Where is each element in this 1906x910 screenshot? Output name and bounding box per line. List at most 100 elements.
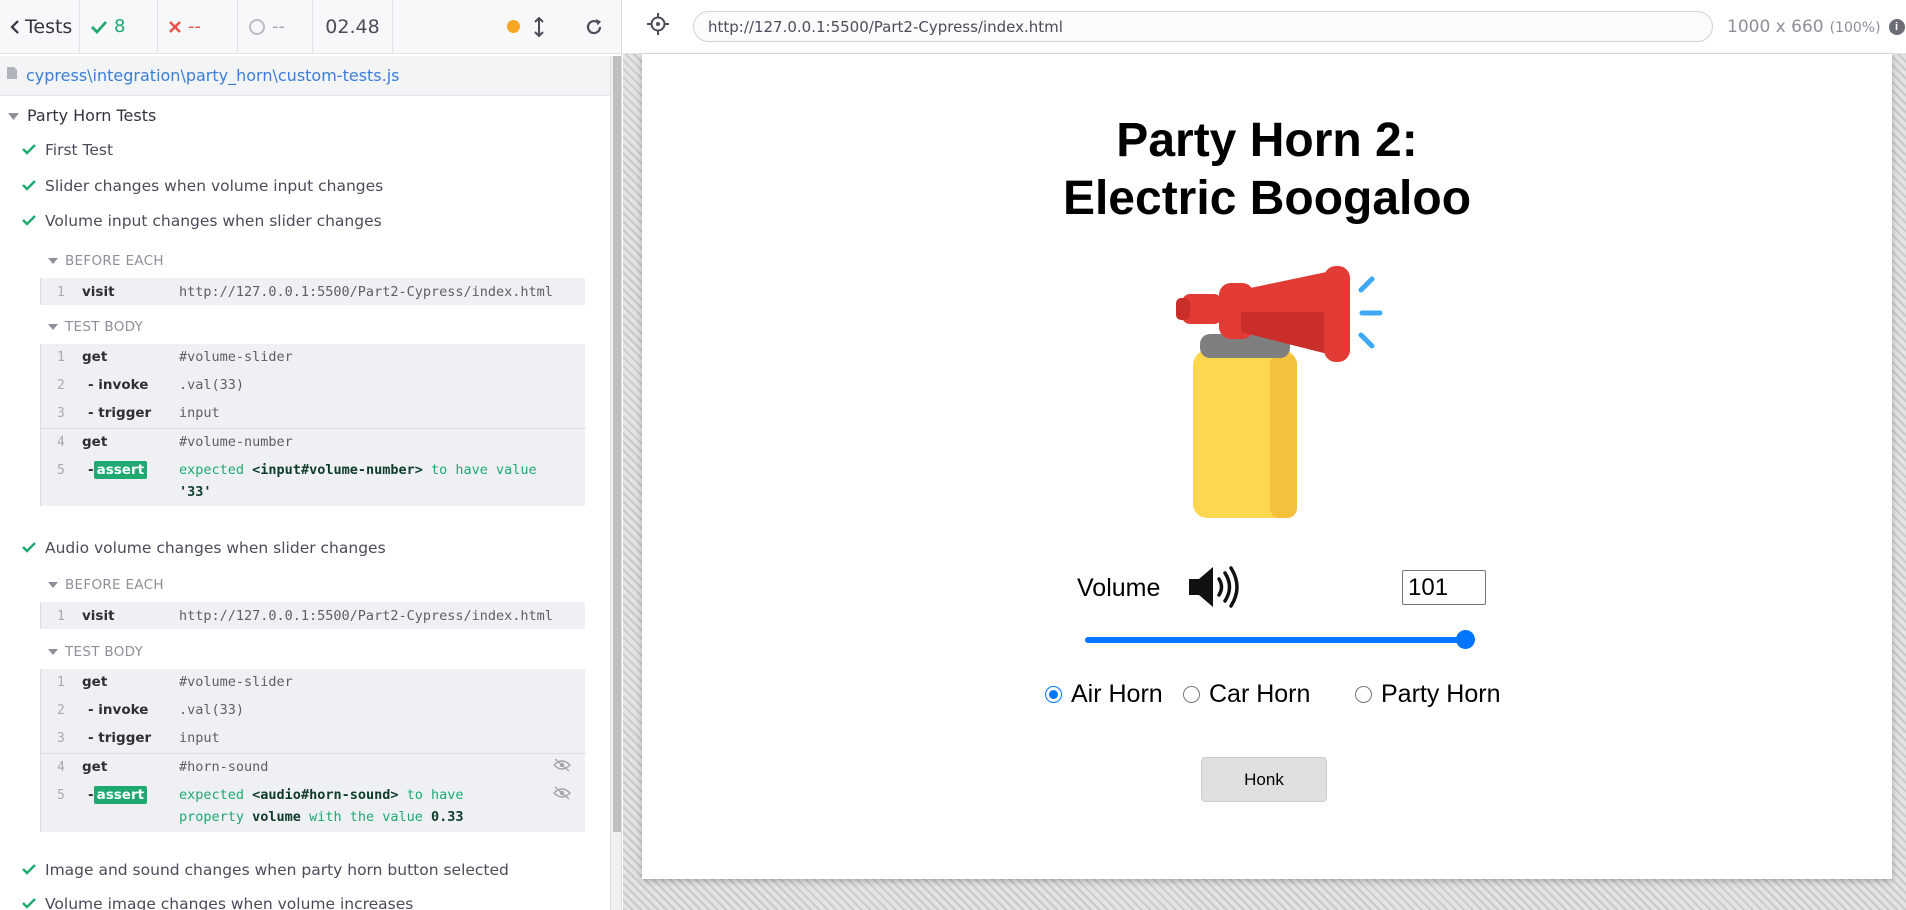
radio-air-horn[interactable]: Air Horn — [1045, 680, 1163, 709]
test-row[interactable]: First Test — [22, 138, 113, 162]
caret-down-icon — [48, 577, 58, 593]
test-row[interactable]: Volume image changes when volume increas… — [22, 892, 413, 910]
command-row[interactable]: 1 visit http://127.0.0.1:5500/Part2-Cypr… — [41, 604, 586, 628]
eye-slash-icon[interactable] — [553, 786, 571, 804]
command-number: 5 — [57, 787, 65, 803]
hook-label: BEFORE EACH — [65, 577, 164, 593]
command-name: - trigger — [88, 405, 152, 421]
slider-thumb[interactable] — [1456, 630, 1475, 649]
command-name: get — [82, 434, 108, 450]
volume-slider[interactable] — [1085, 630, 1475, 650]
aut-iframe: Party Horn 2: Electric Boogaloo Volume 1… — [642, 54, 1892, 879]
hook-label: TEST BODY — [65, 644, 144, 660]
command-name: - trigger — [88, 730, 152, 746]
command-row-assert[interactable]: 5 - assert expected <input#volume-number>… — [41, 458, 586, 482]
honk-button[interactable]: Honk — [1201, 757, 1327, 802]
command-divider — [41, 753, 586, 754]
runnables-list: Party Horn Tests First Test Slider chang… — [0, 98, 610, 910]
command-number: 3 — [57, 405, 65, 421]
reporter-panel: Tests 8 -- -- 02.48 cypress\integration\… — [0, 0, 622, 910]
duration: 02.48 — [313, 0, 393, 53]
command-number: 2 — [57, 377, 65, 393]
radio-party-horn[interactable]: Party Horn — [1355, 680, 1500, 709]
command-row[interactable]: 4 get #volume-number — [41, 430, 586, 454]
assert-value: 0.33 — [431, 809, 464, 825]
scrollbar-thumb[interactable] — [613, 56, 621, 832]
url-text: http://127.0.0.1:5500/Part2-Cypress/inde… — [708, 17, 1063, 36]
command-block: 1 visit http://127.0.0.1:5500/Part2-Cypr… — [40, 278, 585, 305]
command-prefix: - — [88, 462, 94, 478]
reporter-scrollbar[interactable] — [610, 56, 621, 910]
command-row[interactable]: 1 get #volume-slider — [41, 670, 586, 694]
command-name: - assert — [88, 461, 148, 479]
caret-down-icon — [48, 253, 58, 269]
run-controls — [497, 0, 621, 53]
viewport-info: 1000 x 660 (100%) — [1727, 17, 1881, 37]
command-name: get — [82, 349, 108, 365]
command-message: input — [179, 405, 220, 421]
assert-text: expected — [179, 787, 245, 803]
check-icon — [22, 895, 36, 910]
command-number: 4 — [57, 434, 65, 450]
command-name: get — [82, 674, 108, 690]
test-title: Audio volume changes when slider changes — [45, 539, 386, 557]
file-icon — [6, 66, 18, 85]
hook-test-body[interactable]: TEST BODY — [48, 319, 143, 335]
command-row[interactable]: 2 - invoke .val(33) — [41, 373, 586, 397]
assert-badge: assert — [93, 461, 148, 479]
radio-button[interactable] — [1183, 686, 1200, 703]
restart-icon[interactable] — [584, 17, 604, 37]
radio-label: Air Horn — [1071, 680, 1163, 708]
assert-subject: <input#volume-number> — [252, 462, 423, 478]
check-icon — [22, 861, 36, 879]
hook-before-each[interactable]: BEFORE EACH — [48, 577, 164, 593]
command-message: '33' — [179, 484, 212, 500]
tests-label: Tests — [25, 15, 73, 38]
test-row[interactable]: Slider changes when volume input changes — [22, 174, 383, 198]
radio-button[interactable] — [1355, 686, 1372, 703]
check-icon — [90, 19, 108, 35]
command-number: 1 — [57, 349, 65, 365]
command-prefix: - — [88, 787, 94, 803]
aut-area: Party Horn 2: Electric Boogaloo Volume 1… — [623, 54, 1906, 910]
command-name: visit — [82, 608, 115, 624]
radio-car-horn[interactable]: Car Horn — [1183, 680, 1310, 709]
command-row[interactable]: 3 - trigger input — [41, 401, 586, 425]
test-row[interactable]: Audio volume changes when slider changes — [22, 536, 386, 560]
hook-before-each[interactable]: BEFORE EACH — [48, 253, 164, 269]
command-row[interactable]: 2 - invoke .val(33) — [41, 698, 586, 722]
assert-value: '33' — [179, 484, 212, 500]
command-name: - invoke — [88, 702, 149, 718]
title-line-1: Party Horn 2: — [1116, 114, 1418, 167]
command-block: 1 get #volume-slider 2 - invoke .val(33)… — [40, 344, 586, 506]
pending-value: -- — [272, 16, 285, 37]
spec-file-path[interactable]: cypress\integration\party_horn\custom-te… — [26, 66, 400, 85]
hook-test-body[interactable]: TEST BODY — [48, 644, 143, 660]
command-row-assert[interactable]: 5 - assert expected <audio#horn-sound> to… — [41, 783, 586, 807]
hook-label: BEFORE EACH — [65, 253, 164, 269]
radio-button[interactable] — [1045, 686, 1062, 703]
volume-label: Volume — [1077, 574, 1161, 602]
command-row[interactable]: 3 - trigger input — [41, 726, 586, 750]
failed-value: -- — [188, 16, 201, 37]
tests-button[interactable]: Tests — [0, 0, 80, 53]
command-row[interactable]: 1 visit http://127.0.0.1:5500/Part2-Cypr… — [41, 280, 586, 304]
url-bar[interactable]: http://127.0.0.1:5500/Part2-Cypress/inde… — [693, 11, 1713, 42]
command-row[interactable]: 1 get #volume-slider — [41, 345, 586, 369]
suite-label: Party Horn Tests — [27, 106, 157, 125]
test-title: First Test — [45, 141, 114, 159]
radio-label: Party Horn — [1381, 680, 1501, 708]
command-row[interactable]: 4 get #horn-sound — [41, 755, 586, 779]
command-message: #volume-slider — [179, 674, 293, 690]
test-row[interactable]: Image and sound changes when party horn … — [22, 858, 509, 882]
resize-arrows-icon[interactable] — [534, 16, 544, 37]
command-message: .val(33) — [179, 377, 245, 393]
volume-number-input[interactable] — [1402, 570, 1486, 605]
selector-playground-button[interactable] — [623, 13, 693, 40]
assert-text: expected — [179, 462, 245, 478]
info-icon[interactable]: i — [1888, 18, 1905, 35]
test-row[interactable]: Volume input changes when slider changes — [22, 209, 382, 233]
suite-title[interactable]: Party Horn Tests — [8, 106, 156, 125]
eye-slash-icon[interactable] — [553, 758, 571, 776]
assert-text: to have — [406, 787, 464, 803]
